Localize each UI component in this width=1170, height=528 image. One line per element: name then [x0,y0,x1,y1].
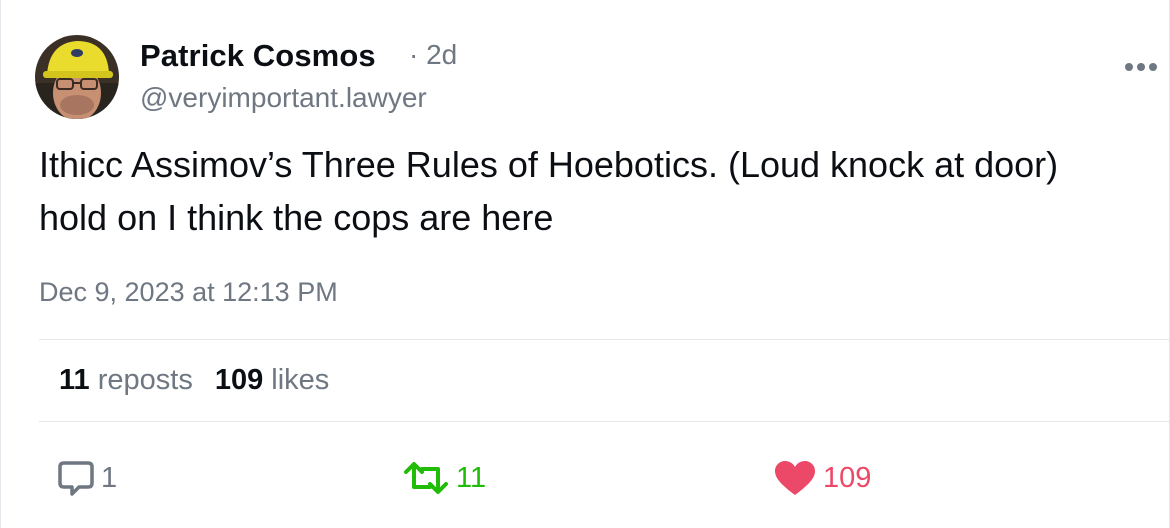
likes-count: 109 [214,364,264,396]
repost-count: 11 [456,461,487,494]
reply-count: 1 [101,461,118,494]
reposts-label: reposts [97,364,193,396]
author-avatar[interactable] [35,35,119,119]
likes-label: likes [271,364,330,396]
reposts-stat[interactable]: 11 reposts [59,364,193,397]
avatar-photo-icon [35,35,119,119]
like-count: 109 [823,461,872,494]
heart-icon [775,461,815,495]
ellipsis-icon [1125,63,1157,71]
repost-arrows-icon [404,462,448,494]
engagement-stats: 11 reposts 109 likes [59,364,329,397]
relative-time: · 2d [409,39,457,71]
repost-button[interactable]: 11 [402,456,486,500]
like-button[interactable]: 109 [773,456,871,500]
author-handle[interactable]: @veryimportant.lawyer [140,82,427,114]
divider [39,421,1169,422]
reposts-count: 11 [59,364,90,396]
post-thread-item: Patrick Cosmos · 2d @veryimportant.lawye… [0,0,1170,528]
reply-button[interactable]: 1 [57,456,117,500]
separator-dot: · [409,39,419,70]
divider [39,339,1169,340]
likes-stat[interactable]: 109 likes [215,364,329,397]
speech-bubble-icon [58,461,94,496]
more-options-button[interactable] [1121,52,1161,82]
author-display-name[interactable]: Patrick Cosmos [140,38,376,74]
post-text: Ithicc Assimov’s Three Rules of Hoebotic… [39,144,1059,238]
relative-time-value: 2d [426,39,458,70]
post-timestamp: Dec 9, 2023 at 12:13 PM [39,277,338,307]
